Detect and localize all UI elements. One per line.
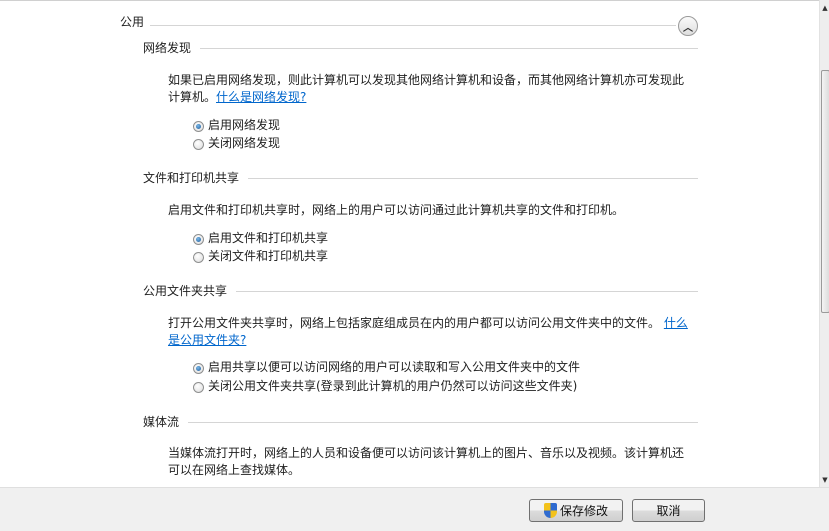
section-description: 可以在网络上查找媒体。 [168, 463, 301, 477]
divider [200, 48, 698, 49]
radio-label[interactable]: 启用共享以便可以访问网络的用户可以读取和写入公用文件夹中的文件 [208, 359, 580, 375]
cancel-button[interactable]: 取消 [632, 499, 705, 522]
section-description: 当媒体流打开时，网络上的人员和设备便可以访问该计算机上的图片、音乐以及视频。该计… [168, 446, 685, 460]
what-is-public-folder-link[interactable]: 什么 [664, 316, 688, 330]
radio-label[interactable]: 关闭公用文件夹共享(登录到此计算机的用户仍然可以访问这些文件夹) [208, 378, 577, 394]
divider [188, 422, 698, 423]
section-description: 打开公用文件夹共享时，网络上包括家庭组成员在内的用户都可以访问公用文件夹中的文件… [168, 316, 661, 330]
divider [248, 178, 698, 179]
radio-enable-network-discovery[interactable] [193, 121, 204, 132]
radio-label[interactable]: 启用网络发现 [208, 117, 280, 133]
section-description: 启用文件和打印机共享时，网络上的用户可以访问通过此计算机共享的文件和打印机。 [168, 203, 625, 217]
collapse-button[interactable]: ︿ [678, 16, 698, 36]
save-label: 保存修改 [559, 504, 608, 518]
chevron-up-icon: ︿ [683, 22, 693, 34]
section-title-file-printer-sharing: 文件和打印机共享 [143, 171, 240, 185]
section-title-media-streaming: 媒体流 [143, 415, 180, 429]
radio-disable-public-folder-sharing[interactable] [193, 382, 204, 393]
radio-label[interactable]: 启用文件和打印机共享 [208, 230, 328, 246]
what-is-network-discovery-link[interactable]: 什么是网络发现? [216, 90, 306, 104]
section-description: 如果已启用网络发现，则此计算机可以发现其他网络计算机和设备，而其他网络计算机亦可… [168, 73, 685, 87]
section-description: 计算机。 [168, 90, 217, 104]
uac-shield-icon [543, 503, 557, 518]
divider [236, 291, 698, 292]
save-changes-button[interactable]: 保存修改 [529, 499, 623, 522]
radio-disable-network-discovery[interactable] [193, 139, 204, 150]
footer-bar: 保存修改 取消 [0, 487, 829, 531]
scroll-up-arrow-icon[interactable]: ▲ [820, 4, 829, 12]
radio-enable-public-folder-sharing[interactable] [193, 363, 204, 374]
group-title: 公用 [120, 15, 145, 29]
divider [150, 25, 676, 26]
scroll-down-arrow-icon[interactable]: ▼ [820, 476, 829, 484]
radio-label[interactable]: 关闭网络发现 [208, 135, 280, 151]
section-title-public-folder-sharing: 公用文件夹共享 [143, 284, 228, 298]
section-title-network-discovery: 网络发现 [143, 41, 192, 55]
top-border [0, 0, 819, 1]
scrollbar-thumb[interactable] [821, 70, 829, 313]
what-is-public-folder-link-cont[interactable]: 是公用文件夹? [168, 333, 246, 347]
radio-label[interactable]: 关闭文件和打印机共享 [208, 248, 328, 264]
radio-disable-file-printer-sharing[interactable] [193, 252, 204, 263]
vertical-scrollbar[interactable]: ▲ ▼ [819, 0, 829, 487]
radio-enable-file-printer-sharing[interactable] [193, 234, 204, 245]
